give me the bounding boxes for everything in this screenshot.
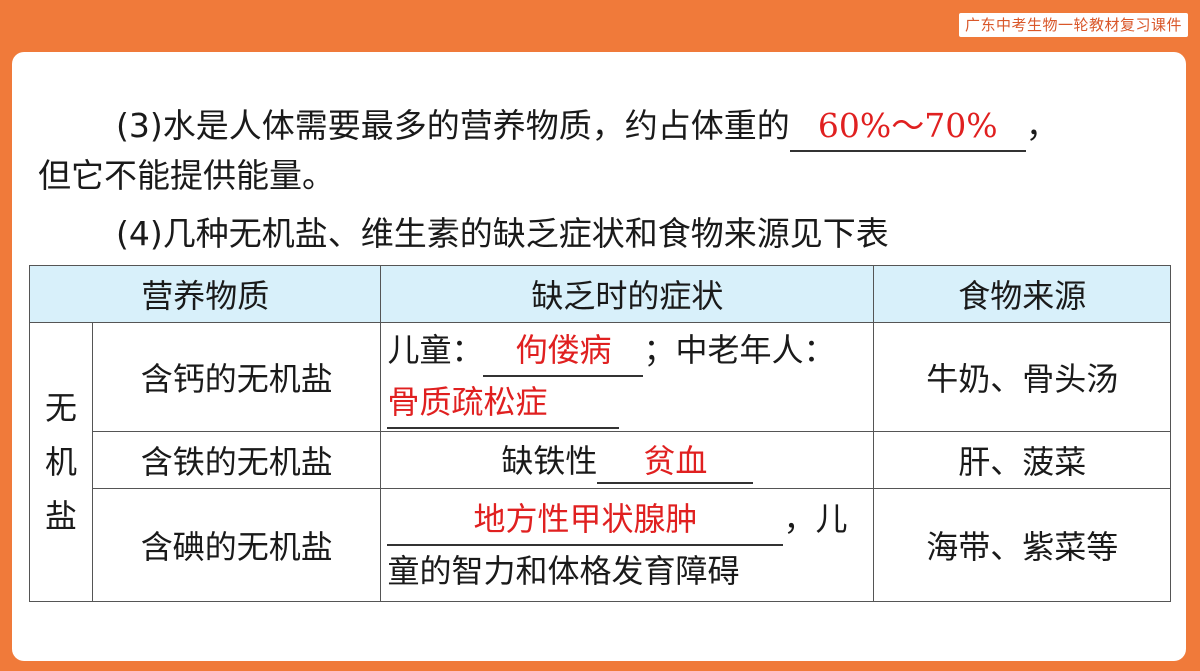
symptom-iodine-line-2: 童的智力和体格发育障碍 [387, 552, 740, 590]
symptoms-iron: 缺铁性 贫血 [380, 431, 875, 489]
content-card: (3)水是人体需要最多的营养物质，约占体重的 60%～70%， 但它不能提供能量。… [12, 52, 1186, 661]
header-food-source: 食物来源 [873, 265, 1171, 323]
answer-water-percentage: 60%～70% [789, 102, 1026, 152]
paragraph-3-line-1: (3)水是人体需要最多的营养物质，约占体重的 60%～70%， [116, 102, 1059, 152]
table-row: 无机盐 含钙的无机盐 儿童： 佝偻病 ；中老年人： 骨质疏松症 牛奶、骨头汤 [29, 322, 1171, 602]
group-label-inorganic-salt: 无机盐 [29, 322, 93, 602]
symptom-iron-label: 缺铁性 [501, 442, 598, 480]
header-symptoms: 缺乏时的症状 [380, 265, 875, 323]
symptom-iodine-suffix: ，儿 [783, 500, 848, 538]
table-row: 含铁的无机盐 缺铁性 贫血 肝、菠菜 [30, 431, 1171, 489]
paragraph-4: (4)几种无机盐、维生素的缺乏症状和食物来源见下表 [116, 214, 889, 253]
row-name-iron: 含铁的无机盐 [91, 431, 382, 489]
symptom-calcium-children-label: 儿童： [387, 331, 484, 369]
table-row: 含碘的无机盐 地方性甲状腺肿 ，儿 童的智力和体格发育障碍 海带、紫菜等 [30, 488, 1171, 602]
header-nutrient: 营养物质 [28, 265, 382, 323]
source-iron: 肝、菠菜 [873, 431, 1171, 489]
answer-osteoporosis: 骨质疏松症 [387, 377, 620, 429]
source-iodine: 海带、紫菜等 [873, 488, 1171, 602]
table-header-row: 营养物质 缺乏时的症状 食物来源 [28, 265, 1171, 323]
symptoms-calcium: 儿童： 佝偻病 ；中老年人： 骨质疏松症 [380, 322, 875, 432]
row-name-calcium: 含钙的无机盐 [91, 322, 382, 432]
header-badge: 广东中考生物一轮教材复习课件 [958, 13, 1188, 37]
symptom-calcium-elderly-label: ；中老年人： [643, 331, 836, 369]
nutrient-table: 营养物质 缺乏时的症状 食物来源 无机盐 含钙的无机盐 儿童： 佝偻病 ；中老年人：… [28, 265, 1171, 602]
row-name-iodine: 含碘的无机盐 [91, 488, 382, 602]
paragraph-3-suffix: ， [1025, 106, 1059, 145]
paragraph-3-line-2: 但它不能提供能量。 [38, 156, 335, 195]
answer-rickets: 佝偻病 [483, 325, 644, 377]
answer-endemic-goiter: 地方性甲状腺肿 [387, 494, 784, 546]
answer-anemia: 贫血 [597, 436, 754, 484]
source-calcium: 牛奶、骨头汤 [873, 322, 1171, 432]
group-label-text: 无机盐 [44, 388, 77, 535]
symptoms-iodine: 地方性甲状腺肿 ，儿 童的智力和体格发育障碍 [380, 488, 875, 602]
paragraph-3-prefix: (3)水是人体需要最多的营养物质，约占体重的 [116, 106, 790, 145]
